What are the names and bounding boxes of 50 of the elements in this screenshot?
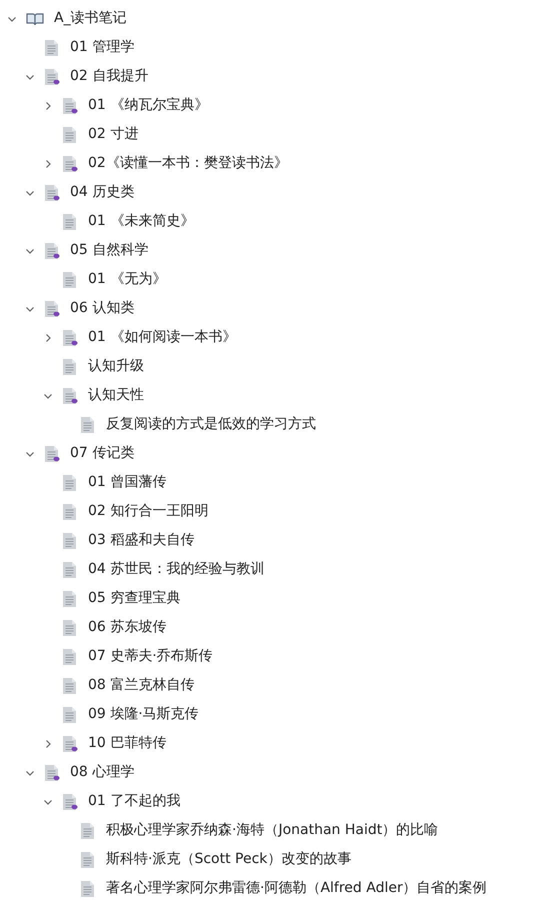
tree-item-label[interactable]: 10 巴菲特传 bbox=[88, 733, 166, 754]
tree-item-label[interactable]: 03 稻盛和夫自传 bbox=[88, 530, 194, 551]
tree-item-label[interactable]: 01 《如何阅读一本书》 bbox=[88, 327, 236, 348]
document-icon bbox=[80, 850, 96, 868]
tree-item-label[interactable]: 认知天性 bbox=[88, 385, 144, 406]
tree-item-label[interactable]: 08 富兰克林自传 bbox=[88, 675, 194, 696]
tree-item-label[interactable]: 04 历史类 bbox=[70, 182, 134, 203]
document-icon bbox=[62, 532, 78, 550]
document-icon bbox=[62, 270, 78, 288]
book-icon bbox=[26, 12, 44, 26]
document-icon bbox=[62, 706, 78, 724]
tree-item-label[interactable]: 06 苏东坡传 bbox=[88, 617, 166, 638]
tree-item-label[interactable]: 01 《无为》 bbox=[88, 269, 166, 290]
tree-item-label[interactable]: A_读书笔记 bbox=[54, 8, 127, 29]
tree-item-label[interactable]: 02 知行合一王阳明 bbox=[88, 501, 208, 522]
tree-item-label[interactable]: 08 心理学 bbox=[70, 762, 134, 783]
document-icon bbox=[62, 126, 78, 144]
document-icon bbox=[44, 38, 60, 56]
document-icon bbox=[62, 212, 78, 230]
tree-item-label[interactable]: 01 了不起的我 bbox=[88, 791, 180, 812]
tree-item-label[interactable]: 02《读懂一本书：樊登读书法》 bbox=[88, 153, 288, 174]
tree-item-label[interactable]: 反复阅读的方式是低效的学习方式 bbox=[106, 414, 316, 435]
tree-item-label[interactable]: 01 曾国藩传 bbox=[88, 472, 166, 493]
tree-item-label[interactable]: 06 认知类 bbox=[70, 298, 134, 319]
document-icon bbox=[62, 502, 78, 520]
document-icon bbox=[62, 648, 78, 666]
tree-item-label[interactable]: 05 穷查理宝典 bbox=[88, 588, 180, 609]
document-icon bbox=[62, 358, 78, 376]
tree-item-label[interactable]: 斯科特·派克（Scott Peck）改变的故事 bbox=[106, 849, 352, 870]
document-icon bbox=[80, 822, 96, 840]
document-icon bbox=[80, 880, 96, 898]
document-icon bbox=[62, 676, 78, 694]
tree-item-label[interactable]: 02 自我提升 bbox=[70, 66, 148, 87]
tree-item-label[interactable]: 07 传记类 bbox=[70, 443, 134, 464]
document-icon bbox=[62, 560, 78, 578]
tree-item-label[interactable]: 07 史蒂夫·乔布斯传 bbox=[88, 646, 213, 667]
tree-item-label[interactable]: 09 埃隆·马斯克传 bbox=[88, 704, 199, 725]
tree-item-label[interactable]: 01 《未来简史》 bbox=[88, 211, 194, 232]
tree-item-label[interactable]: 积极心理学家乔纳森·海特（Jonathan Haidt）的比喻 bbox=[106, 820, 438, 841]
tree-item-label[interactable]: 著名心理学家阿尔弗雷德·阿德勒（Alfred Adler）自省的案例 bbox=[106, 878, 487, 899]
tree-item-label[interactable]: 02 寸进 bbox=[88, 124, 138, 145]
document-icon bbox=[62, 590, 78, 608]
document-icon bbox=[62, 474, 78, 492]
document-icon bbox=[80, 416, 96, 434]
tree-item-label[interactable]: 04 苏世民：我的经验与教训 bbox=[88, 559, 264, 580]
tree-item-label[interactable]: 01 《纳瓦尔宝典》 bbox=[88, 95, 208, 116]
tree-item-label[interactable]: 认知升级 bbox=[88, 356, 144, 377]
tree-item-label[interactable]: 05 自然科学 bbox=[70, 240, 148, 261]
tree-item-label[interactable]: 01 管理学 bbox=[70, 37, 134, 58]
document-icon bbox=[62, 618, 78, 636]
